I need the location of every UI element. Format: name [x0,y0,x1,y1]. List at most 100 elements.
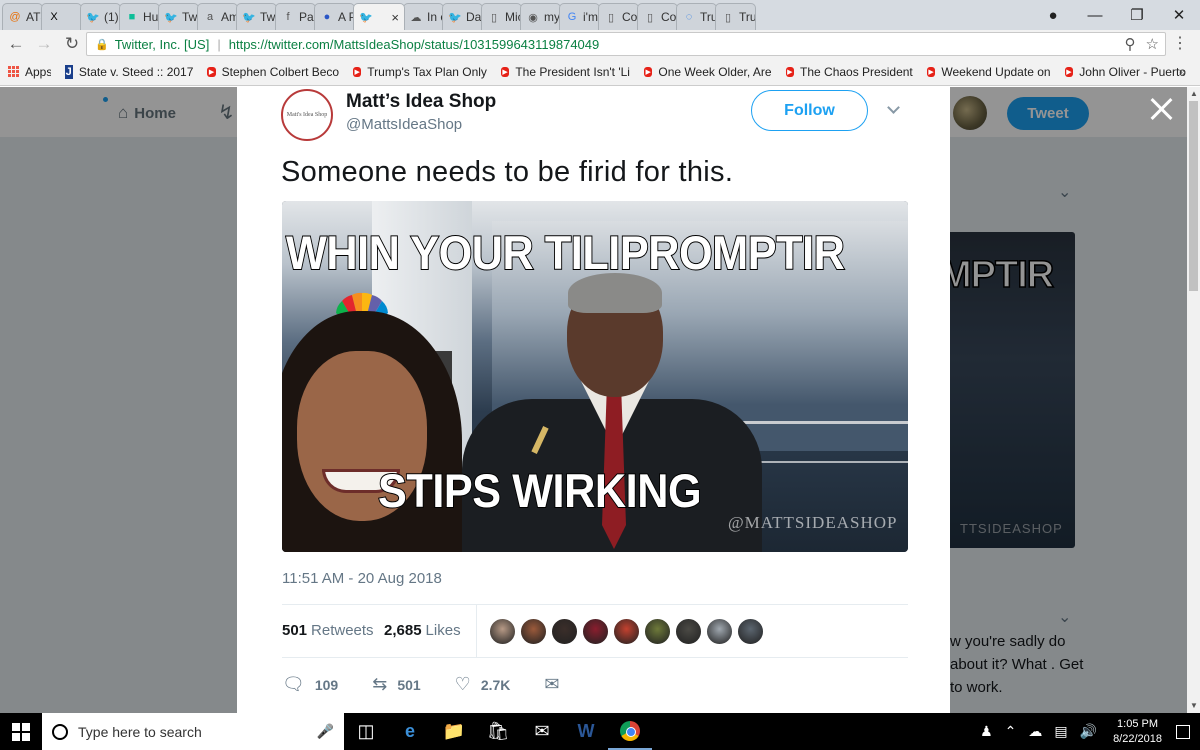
file-explorer-icon[interactable]: 📁 [432,721,476,742]
browser-tab[interactable]: X [41,3,82,30]
bookmark-label: Stephen Colbert Beco [221,64,340,79]
bookmark-item[interactable]: Apps [8,65,51,79]
store-icon[interactable]: 🛍 [476,721,520,742]
liker-avatar[interactable] [582,618,609,645]
action-center-icon[interactable] [1176,724,1190,739]
meme-top-text: WHIN YOUR TILIPROMPTIR [285,225,846,280]
browser-tab[interactable]: 🐦Dav [442,3,483,30]
scroll-up-icon[interactable]: ▲ [1190,89,1198,98]
likes-stat[interactable]: 2,685 Likes [384,622,461,639]
browser-tab[interactable]: ◌ Tru [676,3,717,30]
retweets-stat[interactable]: 501 Retweets [282,622,374,639]
browser-tab[interactable]: @AT& [2,3,43,30]
scroll-thumb[interactable] [1189,101,1198,291]
site-identity[interactable]: Twitter, Inc. [US] [115,37,210,52]
forward-button[interactable]: → [32,34,56,54]
browser-tab[interactable]: 🐦 Twi [158,3,199,30]
author-name[interactable]: Matt’s Idea Shop [346,91,496,113]
bookmark-item[interactable]: ▶ One Week Older, Are [643,65,772,79]
bookmarks-overflow-icon[interactable]: » [1179,64,1186,79]
url-text[interactable]: https://twitter.com/MattsIdeaShop/status… [229,37,600,52]
browser-tab[interactable]: ▯ Tru [715,3,756,30]
youtube-icon: ▶ [643,66,653,77]
document-icon: ▯ [646,11,654,24]
scroll-down-icon[interactable]: ▼ [1190,701,1198,710]
facebook-icon: f [286,11,290,23]
browser-tab[interactable]: ▯ Col [598,3,639,30]
apps-grid-icon [8,66,19,77]
reply-action[interactable]: 🗨 109 [282,674,338,695]
bookmark-item[interactable]: ▶ The President Isn't 'Li [500,65,630,79]
browser-tab[interactable]: 🐦 (1) [80,3,121,30]
tab-title: Tru [739,10,756,24]
taskbar-clock[interactable]: 1:05 PM 8/22/2018 [1113,717,1162,747]
close-tab-icon[interactable]: × [391,10,399,25]
browser-tab[interactable]: 🐦 Twi [236,3,277,30]
volume-icon[interactable]: 🔊 [1080,723,1097,740]
browser-tab[interactable]: fPau [275,3,316,30]
browser-tab[interactable]: ▯ Mic [481,3,522,30]
liker-avatar[interactable] [644,618,671,645]
browser-tab[interactable]: Gi'm [559,3,600,30]
zoom-icon[interactable]: ⚲ [1125,35,1136,53]
close-icon[interactable] [1148,95,1176,123]
reload-button[interactable]: ↻ [60,34,84,54]
retweet-action[interactable]: ⇆ 501 [372,674,420,695]
bookmark-item[interactable]: ▶ John Oliver - Puerto [1064,65,1186,79]
word-icon[interactable]: W [564,721,608,742]
page-scrollbar[interactable]: ▲ ▼ [1187,87,1200,713]
browser-tab[interactable]: 🐦 × [353,3,405,30]
browser-tab[interactable]: a Am [197,3,238,30]
minimize-button[interactable]: — [1074,7,1116,24]
task-view-icon[interactable]: ◫ [344,721,388,742]
taskbar-search[interactable]: Type here to search 🎤 [42,713,344,750]
chrome-taskbar-button[interactable] [608,713,652,750]
browser-tab[interactable]: ☁In c [403,3,444,30]
mail-icon[interactable]: ✉ [520,721,564,742]
network-icon[interactable]: ▤ [1054,723,1067,740]
retweet-count: 501 [397,676,421,693]
back-button[interactable]: ← [4,34,28,54]
bookmark-star-icon[interactable]: ☆ [1146,35,1159,53]
profile-icon[interactable]: ● [1032,7,1074,24]
liker-avatar[interactable] [737,618,764,645]
author-avatar[interactable]: Matt's Idea Shop [281,89,333,141]
twitter-icon: 🐦 [86,11,100,24]
bookmark-item[interactable]: ▶ The Chaos President [785,65,913,79]
liker-avatar[interactable] [489,618,516,645]
youtube-icon: ▶ [926,66,936,77]
start-button[interactable] [0,722,42,741]
browser-tab[interactable]: ● A P [314,3,355,30]
liker-avatar[interactable] [706,618,733,645]
bookmark-item[interactable]: ▶ Stephen Colbert Beco [207,65,339,79]
follow-button[interactable]: Follow [751,90,868,131]
liker-avatar[interactable] [613,618,640,645]
edge-icon[interactable]: e [388,721,432,742]
browser-tab[interactable]: ■ Huf [119,3,160,30]
tweet-media[interactable]: WHIN YOUR TILIPROMPTIR STIPS WIRKING @MA… [282,201,908,552]
maximize-button[interactable]: ❐ [1116,6,1158,24]
chevron-down-icon[interactable] [887,101,900,114]
author-handle[interactable]: @MattsIdeaShop [346,116,462,133]
liker-avatar[interactable] [520,618,547,645]
microphone-icon[interactable]: 🎤 [317,723,334,740]
people-icon[interactable]: ♟ [980,723,993,740]
liker-avatar[interactable] [551,618,578,645]
browser-tab[interactable]: ◉ my [520,3,561,30]
tweet-timestamp[interactable]: 11:51 AM - 20 Aug 2018 [282,570,442,587]
clock-date: 8/22/2018 [1113,732,1162,745]
like-action[interactable]: ♡ 2.7K [455,674,511,695]
chevron-up-icon[interactable]: ⌃ [1005,723,1017,740]
like-count: 2.7K [480,676,511,693]
close-window-button[interactable]: ✕ [1158,6,1200,24]
bookmark-item[interactable]: J State v. Steed :: 2017 [64,64,193,79]
liker-avatar[interactable] [675,618,702,645]
message-action[interactable]: ✉ [544,674,569,695]
onedrive-icon[interactable]: ☁ [1028,723,1042,740]
browser-menu-icon[interactable]: ⋮ [1172,33,1188,53]
bookmark-item[interactable]: ▶ Weekend Update on [926,65,1051,79]
url-bar[interactable]: 🔒 Twitter, Inc. [US] | https://twitter.c… [86,32,1166,56]
browser-tab[interactable]: ▯ Col [637,3,678,30]
clock-time: 1:05 PM [1117,717,1159,730]
bookmark-item[interactable]: ▶ Trump's Tax Plan Only [353,65,487,79]
